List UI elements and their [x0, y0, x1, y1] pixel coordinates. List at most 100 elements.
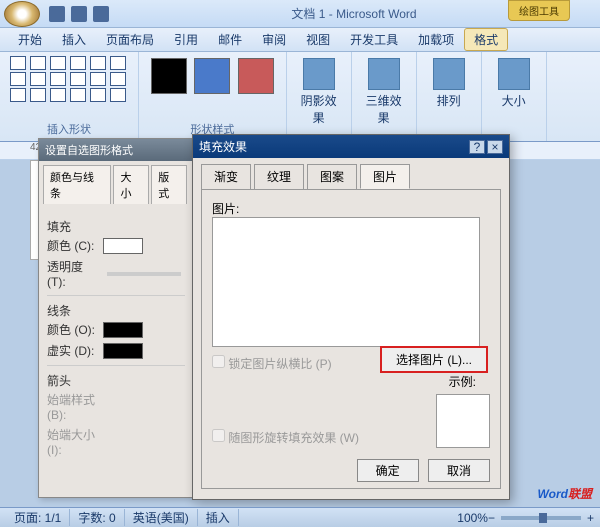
ribbon-group-arrange: 排列 — [417, 52, 482, 141]
dialog2-titlebar[interactable]: 填充效果 ?× — [193, 135, 509, 158]
zoom-slider[interactable] — [501, 516, 581, 520]
zoom-thumb[interactable] — [539, 513, 547, 523]
fill-effects-dialog: 填充效果 ?× 渐变 纹理 图案 图片 图片: 选择图片 (L)... 锁定图片… — [192, 134, 510, 500]
shape-icon[interactable] — [30, 56, 46, 70]
shape-icon[interactable] — [30, 72, 46, 86]
format-autoshape-dialog: 设置自选图形格式 颜色与线条 大小 版式 填充 颜色 (C): 透明度 (T):… — [38, 138, 194, 498]
shape-icon[interactable] — [110, 88, 126, 102]
ok-button[interactable]: 确定 — [357, 459, 419, 482]
rotate-fill-checkbox[interactable]: 随图形旋转填充效果 (W) — [212, 429, 359, 446]
tab-picture[interactable]: 图片 — [360, 164, 410, 189]
ribbon-group-styles: 形状样式 — [139, 52, 287, 141]
size-button[interactable]: 大小 — [492, 56, 536, 116]
begin-size-label: 始端大小 (I): — [47, 426, 103, 457]
dialog2-body: 图片: 选择图片 (L)... 锁定图片纵横比 (P) 示例: 随图形旋转填充效… — [201, 189, 501, 489]
lock-ratio-label: 锁定图片纵横比 (P) — [228, 357, 331, 371]
ribbon-tabs: 开始 插入 页面布局 引用 邮件 审阅 视图 开发工具 加载项 格式 — [0, 28, 600, 52]
style-gallery[interactable] — [149, 56, 276, 99]
style-swatch[interactable] — [151, 58, 187, 94]
tab-developer[interactable]: 开发工具 — [340, 28, 408, 51]
tab-format[interactable]: 格式 — [464, 28, 508, 51]
shape-icon[interactable] — [30, 88, 46, 102]
shape-gallery[interactable] — [10, 56, 128, 102]
fill-section-label: 填充 — [47, 218, 185, 235]
shape-icon[interactable] — [70, 72, 86, 86]
shape-icon[interactable] — [50, 56, 66, 70]
arrange-icon — [433, 58, 465, 90]
shadow-button[interactable]: 阴影效果 — [297, 56, 341, 116]
shape-icon[interactable] — [70, 56, 86, 70]
dialog2-buttons: 确定 取消 — [351, 459, 490, 482]
contextual-group-label: 绘图工具 — [519, 3, 559, 18]
arrange-label: 排列 — [437, 94, 461, 108]
tab-layout[interactable]: 版式 — [151, 165, 187, 204]
shape-icon[interactable] — [10, 56, 26, 70]
shape-icon[interactable] — [50, 72, 66, 86]
shape-icon[interactable] — [90, 56, 106, 70]
zoom-level[interactable]: 100% — [457, 511, 488, 525]
size-label: 大小 — [502, 94, 526, 108]
tab-references[interactable]: 引用 — [164, 28, 208, 51]
dashed-picker[interactable] — [103, 343, 143, 359]
tab-gradient[interactable]: 渐变 — [201, 164, 251, 189]
qat-save-icon[interactable] — [49, 6, 65, 22]
tab-home[interactable]: 开始 — [8, 28, 52, 51]
dashed-label: 虚实 (D): — [47, 342, 103, 359]
status-language[interactable]: 英语(美国) — [125, 509, 198, 526]
line-color-label: 颜色 (O): — [47, 321, 103, 338]
status-words[interactable]: 字数: 0 — [70, 509, 124, 526]
style-swatch[interactable] — [238, 58, 274, 94]
qat-redo-icon[interactable] — [93, 6, 109, 22]
shadow-icon — [303, 58, 335, 90]
status-page[interactable]: 页面: 1/1 — [6, 509, 70, 526]
tab-size[interactable]: 大小 — [113, 165, 149, 204]
threeD-icon — [368, 58, 400, 90]
contextual-tab-group: 绘图工具 — [508, 0, 570, 21]
shape-icon[interactable] — [50, 88, 66, 102]
shape-icon[interactable] — [70, 88, 86, 102]
tab-view[interactable]: 视图 — [296, 28, 340, 51]
title-bar: 文档 1 - Microsoft Word 绘图工具 — [0, 0, 600, 28]
zoom-in-icon[interactable]: + — [587, 511, 594, 525]
line-color-picker[interactable] — [103, 322, 143, 338]
tab-pattern[interactable]: 图案 — [307, 164, 357, 189]
transparency-slider[interactable] — [107, 272, 181, 276]
qat-undo-icon[interactable] — [71, 6, 87, 22]
zoom-out-icon[interactable]: − — [488, 511, 495, 525]
ribbon: 插入形状 形状样式 阴影效果 三维效果 排列 大小 — [0, 52, 600, 142]
tab-layout[interactable]: 页面布局 — [96, 28, 164, 51]
shape-icon[interactable] — [10, 88, 26, 102]
tab-insert[interactable]: 插入 — [52, 28, 96, 51]
tab-mailings[interactable]: 邮件 — [208, 28, 252, 51]
begin-style-label: 始端样式 (B): — [47, 391, 103, 422]
group-label-shapes: 插入形状 — [47, 119, 91, 137]
tab-review[interactable]: 审阅 — [252, 28, 296, 51]
tab-addins[interactable]: 加载项 — [408, 28, 464, 51]
status-bar: 页面: 1/1 字数: 0 英语(美国) 插入 100% − + — [0, 507, 600, 527]
fill-color-label: 颜色 (C): — [47, 237, 103, 254]
ribbon-group-size: 大小 — [482, 52, 547, 141]
shape-icon[interactable] — [110, 56, 126, 70]
fill-color-picker[interactable] — [103, 238, 143, 254]
dialog1-title[interactable]: 设置自选图形格式 — [39, 139, 193, 161]
shape-icon[interactable] — [10, 72, 26, 86]
dialog1-tabs: 颜色与线条 大小 版式 — [39, 161, 193, 204]
line-section-label: 线条 — [47, 302, 185, 319]
zoom-control: 100% − + — [457, 511, 594, 525]
office-button[interactable] — [4, 1, 40, 27]
tab-texture[interactable]: 纹理 — [254, 164, 304, 189]
shape-icon[interactable] — [110, 72, 126, 86]
shape-icon[interactable] — [90, 88, 106, 102]
dialog2-tabs: 渐变 纹理 图案 图片 — [193, 158, 509, 189]
tab-colors-lines[interactable]: 颜色与线条 — [43, 165, 111, 204]
style-swatch[interactable] — [194, 58, 230, 94]
cancel-button[interactable]: 取消 — [428, 459, 490, 482]
threeD-button[interactable]: 三维效果 — [362, 56, 406, 116]
help-icon[interactable]: ? — [469, 140, 485, 154]
rotate-fill-label: 随图形旋转填充效果 (W) — [228, 431, 359, 445]
status-insert[interactable]: 插入 — [198, 509, 239, 526]
shape-icon[interactable] — [90, 72, 106, 86]
close-icon[interactable]: × — [487, 140, 503, 154]
select-picture-button[interactable]: 选择图片 (L)... — [380, 346, 488, 373]
arrange-button[interactable]: 排列 — [427, 56, 471, 116]
